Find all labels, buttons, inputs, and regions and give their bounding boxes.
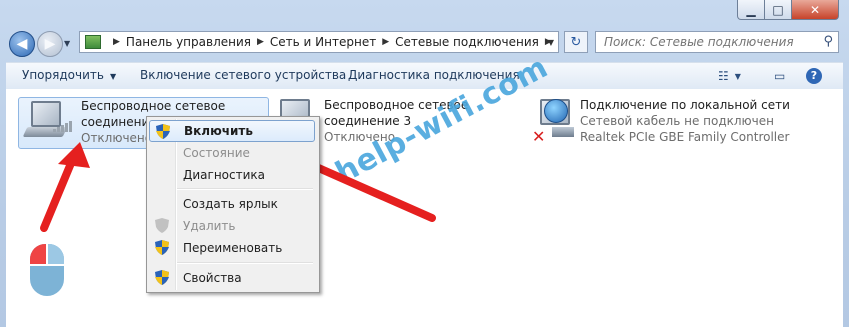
search-icon[interactable]: ⚲ <box>823 34 833 49</box>
menu-item-label: Переименовать <box>183 241 283 255</box>
search-input[interactable] <box>602 34 816 50</box>
refresh-button[interactable]: ↻ <box>564 31 588 53</box>
disconnected-x-icon: ✕ <box>532 127 546 146</box>
connection-local-area[interactable]: ✕ Подключение по локальной сети Сетевой … <box>530 97 790 146</box>
preview-pane-icon: ▭ <box>774 69 786 83</box>
menu-item-status: Состояние <box>149 142 315 164</box>
breadcrumb-control-panel[interactable]: Панель управления <box>126 35 251 49</box>
adapter-name: Realtek PCIe GBE Family Controller <box>580 130 790 144</box>
network-cable-icon <box>552 127 574 137</box>
chevron-down-icon[interactable]: ▼ <box>548 38 554 47</box>
explorer-window: ▁ □ ✕ ◀ ▶ ▼ ▶ Панель управления ▶ Сеть и… <box>0 0 849 327</box>
wireless-adapter-icon <box>22 99 75 145</box>
view-list-icon: ☷ <box>718 69 729 83</box>
menu-item-label: Свойства <box>183 271 242 285</box>
uac-shield-icon <box>155 270 169 285</box>
preview-pane-button[interactable]: ▭ <box>774 67 785 85</box>
connection-name: Беспроводное сетевое <box>81 99 226 113</box>
organize-label: Упорядочить <box>22 68 104 82</box>
chevron-right-icon[interactable]: ▶ <box>257 37 264 47</box>
menu-item-label: Диагностика <box>183 168 266 182</box>
minimize-button[interactable]: ▁ <box>737 0 765 20</box>
chevron-down-icon: ▼ <box>734 71 741 81</box>
help-button[interactable]: ? <box>806 67 822 85</box>
connection-name: Подключение по локальной сети <box>580 98 790 112</box>
globe-icon <box>544 99 568 123</box>
breadcrumb-network-internet[interactable]: Сеть и Интернет <box>270 35 376 49</box>
mouse-right-click-icon <box>30 244 64 296</box>
menu-item-label: Состояние <box>183 146 250 160</box>
maximize-icon: □ <box>772 2 784 17</box>
menu-item-label: Включить <box>184 124 253 138</box>
address-bar[interactable]: ▶ Панель управления ▶ Сеть и Интернет ▶ … <box>79 31 559 53</box>
maximize-button[interactable]: □ <box>764 0 792 20</box>
navigation-bar: ◀ ▶ ▼ ▶ Панель управления ▶ Сеть и Интер… <box>0 28 849 58</box>
connection-status: Сетевой кабель не подключен <box>580 114 774 128</box>
menu-item-create-shortcut[interactable]: Создать ярлык <box>149 193 315 215</box>
close-icon: ✕ <box>809 2 821 17</box>
help-icon: ? <box>806 68 822 84</box>
arrow-left-icon: ◀ <box>16 36 28 52</box>
menu-item-diagnose[interactable]: Диагностика <box>149 164 315 186</box>
control-panel-icon <box>85 35 101 49</box>
menu-separator <box>177 262 313 264</box>
menu-item-label: Создать ярлык <box>183 197 278 211</box>
forward-button[interactable]: ▶ <box>37 31 63 57</box>
menu-item-properties[interactable]: Свойства <box>149 267 315 289</box>
command-bar: Упорядочить ▼ Включение сетевого устройст… <box>6 62 843 90</box>
menu-item-enable[interactable]: Включить <box>149 120 315 142</box>
chevron-right-icon[interactable]: ▶ <box>382 37 389 47</box>
enable-device-button[interactable]: Включение сетевого устройства <box>140 68 346 82</box>
context-menu: Включить Состояние Диагностика Создать я… <box>146 116 320 293</box>
view-options-button[interactable]: ☷ ▼ <box>718 67 741 85</box>
uac-shield-icon <box>156 124 170 139</box>
chevron-right-icon[interactable]: ▶ <box>113 37 120 47</box>
organize-button[interactable]: Упорядочить ▼ <box>22 68 116 82</box>
uac-shield-icon <box>155 240 169 255</box>
title-bar: ▁ □ ✕ <box>0 0 849 28</box>
back-button[interactable]: ◀ <box>9 31 35 57</box>
chevron-down-icon: ▼ <box>109 72 117 81</box>
menu-item-label: Удалить <box>183 219 236 233</box>
recent-pages-dropdown[interactable]: ▼ <box>64 39 70 48</box>
uac-shield-icon <box>155 218 169 233</box>
arrow-right-icon: ▶ <box>44 36 56 52</box>
close-button[interactable]: ✕ <box>791 0 839 20</box>
search-box[interactable]: ⚲ <box>595 31 839 53</box>
ethernet-adapter-icon: ✕ <box>530 97 580 146</box>
menu-item-rename[interactable]: Переименовать <box>149 237 315 259</box>
breadcrumb-network-connections[interactable]: Сетевые подключения <box>395 35 539 49</box>
menu-item-delete: Удалить <box>149 215 315 237</box>
refresh-icon: ↻ <box>570 34 582 50</box>
menu-separator <box>177 188 313 190</box>
minimize-icon: ▁ <box>746 2 756 17</box>
